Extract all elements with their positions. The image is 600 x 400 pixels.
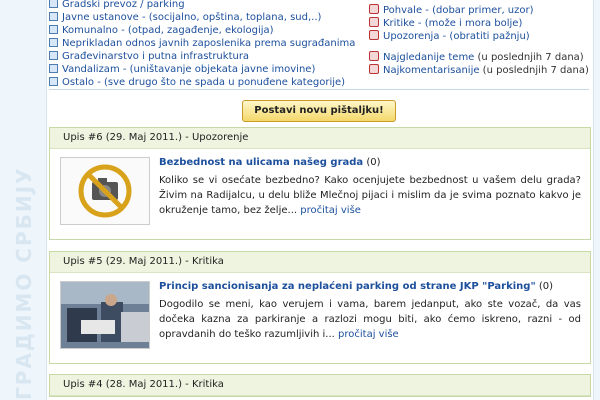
- category-item[interactable]: Ostalo - (sve drugo što ne spada u ponuđ…: [49, 76, 369, 89]
- category-item[interactable]: Komunalno - (otpad, zagađenje, ekologija…: [49, 24, 369, 37]
- category-item[interactable]: Javne ustanove - (socijalno, opština, to…: [49, 11, 369, 24]
- category-link[interactable]: Komunalno: [62, 25, 118, 36]
- read-more-link[interactable]: pročitaj više: [300, 205, 361, 216]
- category-link[interactable]: Neprikladan odnos javnih zaposlenika pre…: [62, 38, 355, 49]
- post-new-whistle-button[interactable]: Postavi novu pištaljku!: [242, 100, 396, 122]
- bullet-icon: [49, 77, 58, 86]
- read-more-link[interactable]: pročitaj više: [338, 329, 399, 340]
- side-link-kritike[interactable]: Kritike - (može i mora bolje): [369, 17, 589, 30]
- rss-icon: [369, 51, 379, 61]
- parking-photo-thumbnail[interactable]: [60, 281, 150, 349]
- entry-header: Upis #6 (29. Maj 2011.) - Upozorenje: [50, 128, 590, 149]
- left-sidebar-strip: ГРАДИМО СРБИЈУ: [0, 0, 46, 400]
- vertical-watermark: ГРАДИМО СРБИЈУ: [12, 166, 36, 400]
- no-camera-thumbnail[interactable]: [60, 157, 150, 225]
- entry-header: Upis #5 (29. Maj 2011.) - Kritika: [50, 252, 590, 273]
- side-link-most-commented[interactable]: Najkomentarisanije (u poslednjih 7 dana): [369, 64, 589, 77]
- bullet-icon: [49, 25, 58, 34]
- side-link-upozorenja[interactable]: Upozorenja - (obratiti pažnju): [369, 30, 589, 43]
- divider: [49, 89, 589, 90]
- rss-icon: [369, 17, 379, 27]
- entry-card: Upis #5 (29. Maj 2011.) - Kritika Princi…: [49, 251, 591, 364]
- bullet-icon: [49, 0, 58, 8]
- side-link-pohvale[interactable]: Pohvale - (dobar primer, uzor): [369, 4, 589, 17]
- bullet-icon: [49, 12, 58, 21]
- category-item[interactable]: Vandalizam - (uništavanje objekata javne…: [49, 63, 369, 76]
- main-content: Gradski prevoz / parking Javne ustanove …: [46, 0, 594, 400]
- rss-icon: [369, 4, 379, 14]
- category-link[interactable]: Javne ustanove: [62, 12, 139, 23]
- rss-icon: [369, 64, 379, 74]
- entry-card: Upis #6 (29. Maj 2011.) - Upozorenje Bez…: [49, 127, 591, 240]
- category-link[interactable]: Ostalo: [62, 77, 94, 88]
- category-item[interactable]: Gradski prevoz / parking: [49, 0, 369, 11]
- rss-icon: [369, 30, 379, 40]
- bullet-icon: [49, 51, 58, 60]
- comment-count: (0): [535, 281, 554, 292]
- entry-excerpt: Dogodilo se meni, kao verujem i vama, ba…: [159, 299, 581, 340]
- side-links: Pohvale - (dobar primer, uzor) Kritike -…: [369, 4, 589, 77]
- category-link[interactable]: Vandalizam: [62, 64, 120, 75]
- comment-count: (0): [363, 157, 381, 168]
- category-link[interactable]: Gradski prevoz: [62, 0, 137, 10]
- entry-card: Upis #4 (28. Maj 2011.) - Kritika: [49, 374, 591, 397]
- category-item[interactable]: Neprikladan odnos javnih zaposlenika pre…: [49, 37, 369, 50]
- category-item[interactable]: Građevinarstvo i putna infrastruktura: [49, 50, 369, 63]
- entry-title-link[interactable]: Princip sancionisanja za neplaćeni parki…: [159, 281, 536, 292]
- bullet-icon: [49, 64, 58, 73]
- bullet-icon: [49, 38, 58, 47]
- side-link-most-viewed[interactable]: Najgledanije teme (u poslednjih 7 dana): [369, 51, 589, 64]
- category-list: Gradski prevoz / parking Javne ustanove …: [49, 0, 369, 89]
- category-link[interactable]: Građevinarstvo i putna infrastruktura: [62, 51, 249, 62]
- entry-header: Upis #4 (28. Maj 2011.) - Kritika: [50, 375, 590, 396]
- entry-title-link[interactable]: Bezbednost na ulicama našeg grada: [159, 157, 363, 168]
- entry-excerpt: Koliko se vi osećate bezbedno? Kako ocen…: [159, 175, 581, 216]
- right-sidebar-strip: [593, 0, 600, 400]
